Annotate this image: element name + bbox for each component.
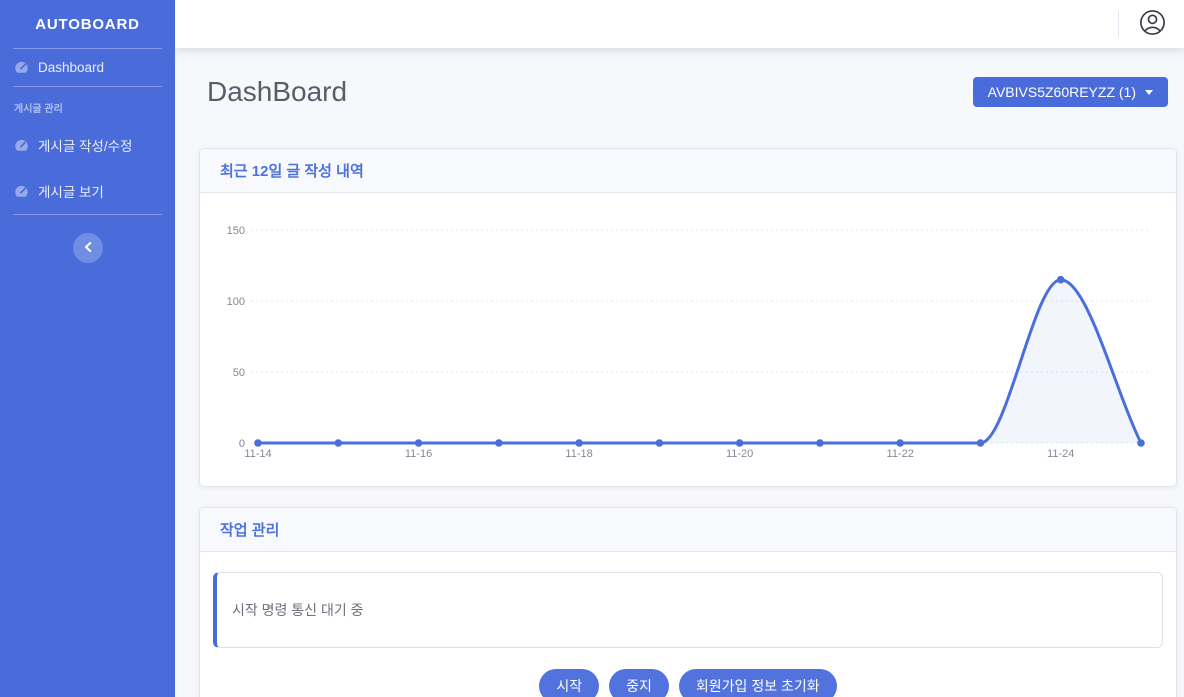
sidebar-item-dashboard[interactable]: Dashboard — [0, 49, 175, 86]
topbar-divider — [1118, 11, 1119, 37]
status-message: 시작 명령 통신 대기 중 — [232, 602, 363, 618]
data-point — [816, 439, 824, 447]
recent-posts-card: 최근 12일 글 작성 내역 05010015011-1411-1611-181… — [199, 148, 1177, 487]
stop-button[interactable]: 중지 — [609, 669, 669, 697]
data-point — [736, 439, 744, 447]
topbar — [175, 0, 1184, 48]
recent-posts-card-title: 최근 12일 글 작성 내역 — [200, 149, 1176, 193]
svg-text:100: 100 — [227, 296, 245, 308]
data-point — [656, 439, 664, 447]
sidebar-collapse-button[interactable] — [73, 233, 103, 263]
board-select-label: AVBIVS5Z60REYZZ (1) — [988, 84, 1136, 100]
main-content: DashBoard AVBIVS5Z60REYZZ (1) 최근 12일 글 작… — [175, 48, 1184, 697]
data-point — [415, 439, 423, 447]
data-point — [334, 439, 342, 447]
svg-text:11-14: 11-14 — [244, 448, 271, 460]
line-chart-svg: 05010015011-1411-1611-1811-2011-2211-24 — [200, 193, 1176, 486]
svg-text:11-24: 11-24 — [1047, 448, 1074, 460]
sidebar-item-label: Dashboard — [38, 60, 104, 75]
brand-autoboard[interactable]: AUTOBOARD — [0, 0, 175, 48]
chevron-down-icon — [1145, 90, 1153, 95]
status-message-box: 시작 명령 통신 대기 중 — [213, 572, 1163, 648]
tachometer-icon — [14, 138, 29, 153]
sidebar-divider — [13, 214, 162, 215]
chevron-left-icon — [84, 242, 92, 255]
svg-text:11-18: 11-18 — [565, 448, 592, 460]
sidebar-item-label: 게시글 보기 — [38, 181, 104, 201]
user-circle-icon — [1139, 9, 1166, 39]
data-point — [575, 439, 583, 447]
data-point — [977, 439, 985, 447]
tachometer-icon — [14, 60, 29, 75]
data-point — [254, 439, 262, 447]
sidebar-section-label: 게시글 관리 — [0, 87, 175, 122]
svg-text:150: 150 — [227, 225, 245, 237]
task-card-body: 시작 명령 통신 대기 중 시작 중지 회원가입 정보 초기화 — [200, 552, 1176, 697]
svg-text:11-22: 11-22 — [887, 448, 914, 460]
data-point — [495, 439, 503, 447]
data-point — [896, 439, 904, 447]
start-button[interactable]: 시작 — [539, 669, 599, 697]
line-chart: 05010015011-1411-1611-1811-2011-2211-24 — [200, 193, 1176, 486]
svg-text:11-20: 11-20 — [726, 448, 753, 460]
board-select-dropdown[interactable]: AVBIVS5Z60REYZZ (1) — [973, 77, 1168, 107]
sidebar-item-post-view[interactable]: 게시글 보기 — [0, 168, 175, 214]
reset-signup-info-button[interactable]: 회원가입 정보 초기화 — [679, 669, 837, 697]
data-point — [1057, 276, 1065, 284]
page-title: DashBoard — [207, 76, 347, 108]
svg-text:11-16: 11-16 — [405, 448, 432, 460]
task-card-title: 작업 관리 — [200, 508, 1176, 552]
user-menu-button[interactable] — [1139, 9, 1166, 39]
data-point — [1137, 439, 1145, 447]
task-management-card: 작업 관리 시작 명령 통신 대기 중 시작 중지 회원가입 정보 초기화 — [199, 507, 1177, 697]
sidebar-item-post-write-edit[interactable]: 게시글 작성/수정 — [0, 122, 175, 168]
task-buttons-row: 시작 중지 회원가입 정보 초기화 — [213, 669, 1163, 697]
page-header: DashBoard AVBIVS5Z60REYZZ (1) — [199, 76, 1177, 108]
sidebar-item-label: 게시글 작성/수정 — [38, 135, 132, 155]
svg-text:50: 50 — [233, 367, 245, 379]
tachometer-icon — [14, 184, 29, 199]
sidebar: AUTOBOARD Dashboard 게시글 관리 게시글 작성/수정 — [0, 0, 175, 697]
